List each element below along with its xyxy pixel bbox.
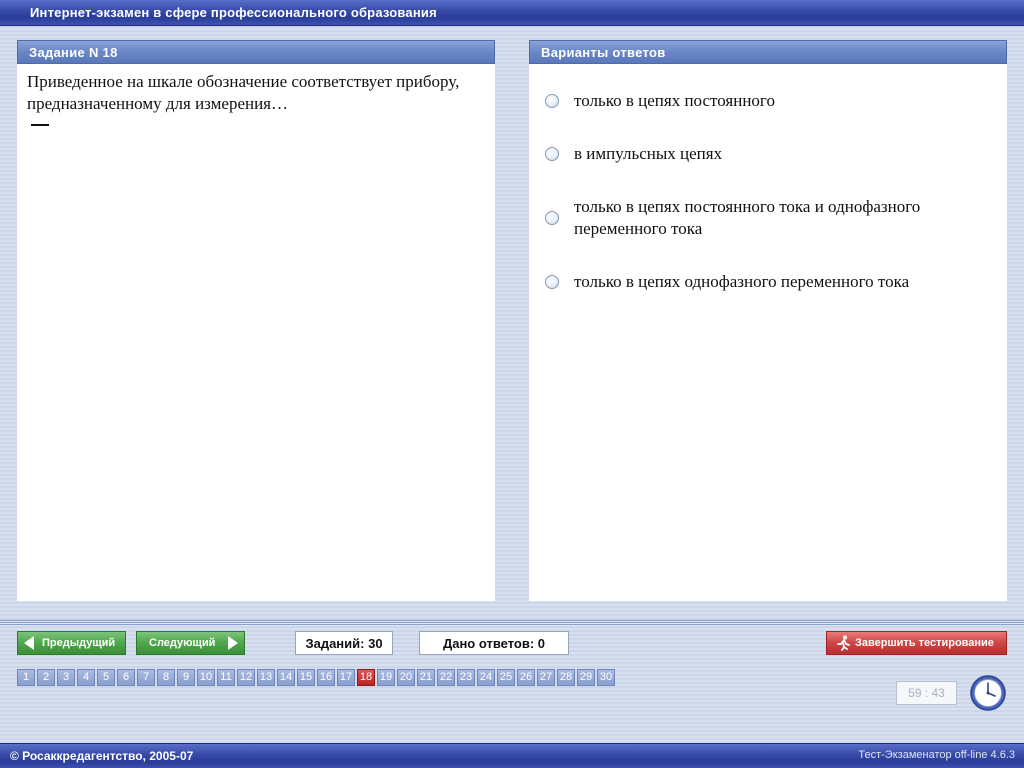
question-text: Приведенное на шкале обозначение соответ… [27,72,460,113]
page-button-17[interactable]: 17 [337,669,355,686]
arrow-right-icon [228,636,238,650]
arrow-left-icon [24,636,34,650]
answer-option-3[interactable]: только в цепях постоянного тока и однофа… [529,196,1007,240]
page-button-5[interactable]: 5 [97,669,115,686]
tasks-count: Заданий: 30 [295,631,393,655]
page-button-30[interactable]: 30 [597,669,615,686]
answer-option-4[interactable]: только в цепях однофазного переменного т… [529,271,1007,293]
exit-runner-icon [837,635,850,651]
page-button-24[interactable]: 24 [477,669,495,686]
title-bar: Интернет-экзамен в сфере профессионально… [0,0,1024,26]
page-button-1[interactable]: 1 [17,669,35,686]
answered-count: Дано ответов: 0 [419,631,569,655]
page-button-22[interactable]: 22 [437,669,455,686]
page-button-4[interactable]: 4 [77,669,95,686]
page-button-15[interactable]: 15 [297,669,315,686]
answer-label: только в цепях постоянного [574,91,775,110]
page-button-6[interactable]: 6 [117,669,135,686]
previous-button[interactable]: Предыдущий [17,631,126,655]
answer-label: только в цепях постоянного тока и однофа… [574,197,921,238]
page-button-7[interactable]: 7 [137,669,155,686]
page-button-26[interactable]: 26 [517,669,535,686]
timer-display: 59 : 43 [896,681,957,705]
previous-button-label: Предыдущий [42,637,116,649]
page-button-3[interactable]: 3 [57,669,75,686]
next-button-label: Следующий [149,637,216,649]
status-bar: © Росаккредагентство, 2005-07 Тест-Экзам… [0,743,1024,768]
radio-button-icon[interactable] [545,94,559,108]
answer-list: только в цепях постоянного в импульсных … [529,64,1007,293]
page-button-23[interactable]: 23 [457,669,475,686]
answer-label: только в цепях однофазного переменного т… [574,272,910,291]
page-button-27[interactable]: 27 [537,669,555,686]
answers-panel: Варианты ответов только в цепях постоянн… [529,40,1007,601]
page-button-18[interactable]: 18 [357,669,375,686]
clock-icon [970,675,1006,711]
page-button-25[interactable]: 25 [497,669,515,686]
page-button-9[interactable]: 9 [177,669,195,686]
page-button-13[interactable]: 13 [257,669,275,686]
page-button-10[interactable]: 10 [197,669,215,686]
divider [0,620,1024,626]
page-button-20[interactable]: 20 [397,669,415,686]
page-button-2[interactable]: 2 [37,669,55,686]
copyright-text: © Росаккредагентство, 2005-07 [10,749,194,763]
page-button-29[interactable]: 29 [577,669,595,686]
page-button-21[interactable]: 21 [417,669,435,686]
radio-button-icon[interactable] [545,275,559,289]
answers-header: Варианты ответов [529,40,1007,64]
answer-option-1[interactable]: только в цепях постоянного [529,90,1007,112]
finish-test-label: Завершить тестирование [855,637,994,649]
page-button-14[interactable]: 14 [277,669,295,686]
answer-label: в импульсных цепях [574,144,723,163]
page-button-8[interactable]: 8 [157,669,175,686]
version-text: Тест-Экзаменатор off-line 4.6.3 [858,749,1015,761]
page-button-28[interactable]: 28 [557,669,575,686]
page-button-16[interactable]: 16 [317,669,335,686]
question-pager: 1 2 3 4 5 6 7 8 9 10 11 12 13 14 15 16 17 18 19 20 21 22 23 24 2… [17,669,617,687]
next-button[interactable]: Следующий [136,631,245,655]
question-symbol [31,124,49,126]
page-button-12[interactable]: 12 [237,669,255,686]
radio-button-icon[interactable] [545,211,559,225]
question-panel: Задание N 18 Приведенное на шкале обозна… [17,40,495,601]
question-header: Задание N 18 [17,40,495,64]
finish-test-button[interactable]: Завершить тестирование [826,631,1007,655]
window-title: Интернет-экзамен в сфере профессионально… [30,5,437,20]
page-button-11[interactable]: 11 [217,669,235,686]
radio-button-icon[interactable] [545,147,559,161]
page-button-19[interactable]: 19 [377,669,395,686]
answer-option-2[interactable]: в импульсных цепях [529,143,1007,165]
